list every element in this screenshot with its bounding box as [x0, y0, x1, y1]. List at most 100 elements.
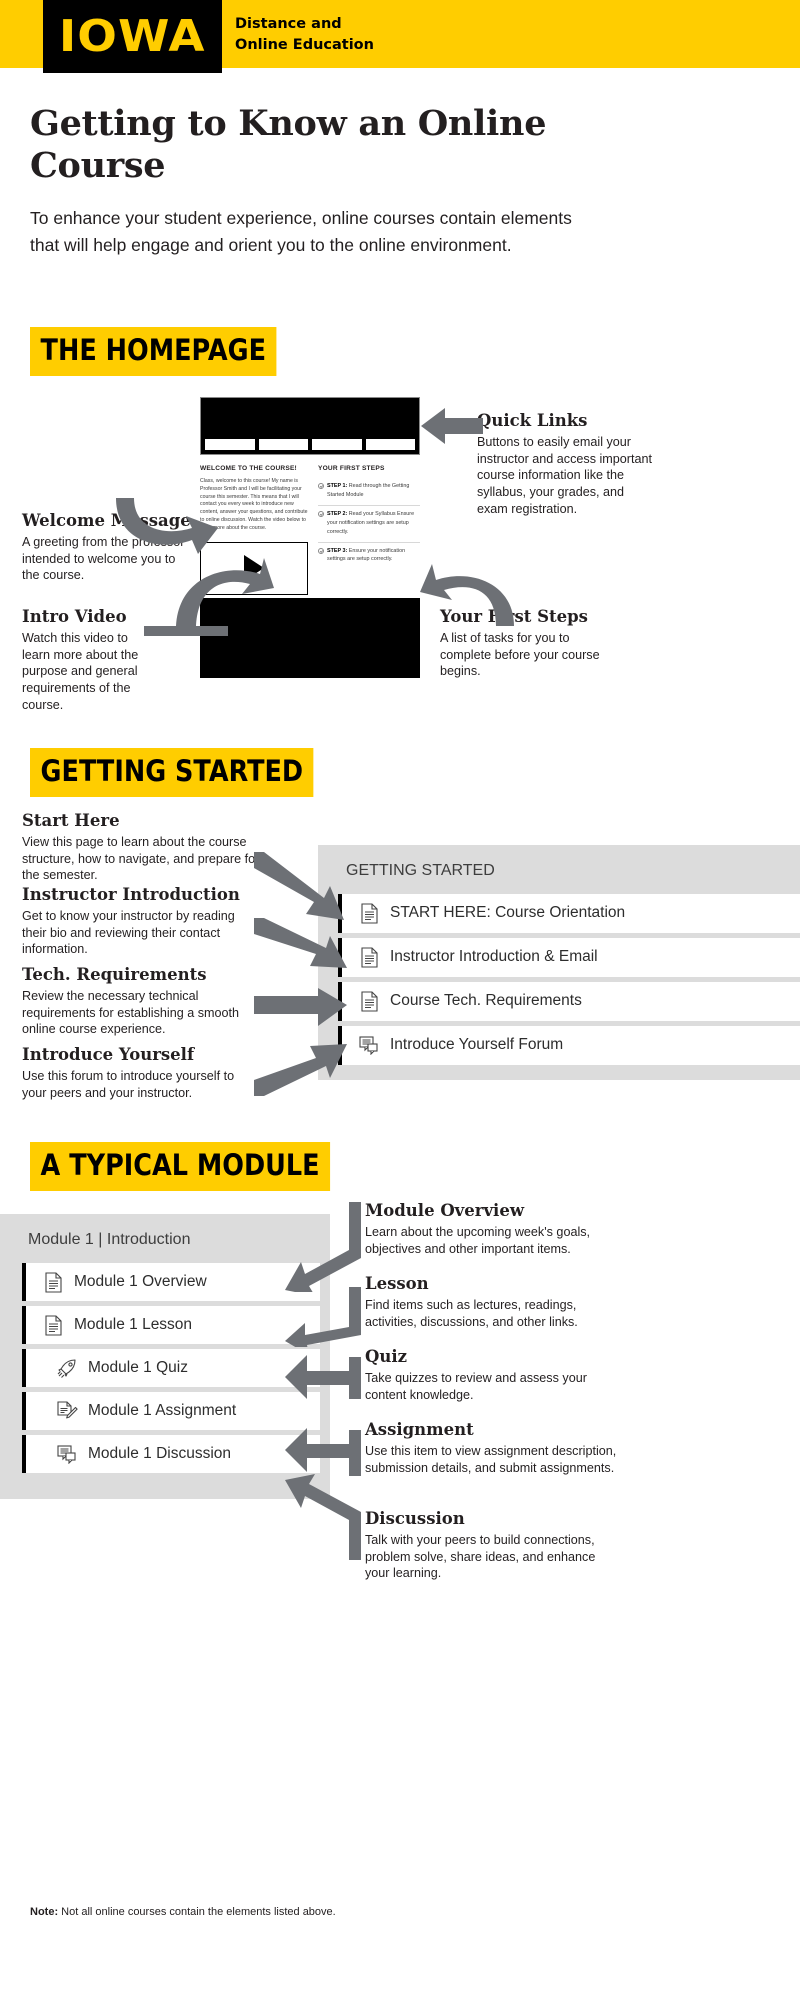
arrow-discussion: [285, 1474, 361, 1560]
annotation-title: Quick Links: [477, 411, 588, 430]
check-circle-icon: [318, 510, 324, 517]
list-item-instructor-introduction[interactable]: Instructor Introduction & Email: [338, 938, 800, 978]
annotation-module-overview: Module Overview Learn about the upcoming…: [365, 1201, 610, 1257]
document-icon: [356, 945, 382, 971]
list-item-label: Course Tech. Requirements: [390, 992, 582, 1010]
annotation-body: Watch this video to learn more about the…: [22, 630, 139, 712]
annotation-tech-requirements: Tech. Requirements Review the necessary …: [22, 965, 262, 1038]
document-icon: [40, 1312, 66, 1338]
list-item-label: Instructor Introduction & Email: [390, 948, 598, 966]
quick-link-button[interactable]: [312, 439, 362, 450]
list-item-start-here[interactable]: START HERE: Course Orientation: [338, 894, 800, 934]
quick-link-button[interactable]: [365, 439, 415, 450]
welcome-heading: WELCOME TO THE COURSE!: [200, 465, 297, 472]
header-subtitle-line1: Distance and: [235, 16, 342, 32]
module-panel: Module 1 | Introduction Module 1 Overvie…: [0, 1214, 330, 1499]
annotation-title: Quiz: [365, 1347, 408, 1366]
list-item-label: Introduce Yourself Forum: [390, 1036, 564, 1054]
annotation-body: Talk with your peers to build connection…: [365, 1532, 596, 1581]
first-step-text: STEP 3: Ensure your notification setting…: [327, 547, 420, 565]
step-label: STEP 3:: [327, 547, 348, 554]
arrow-tech-requirements: [254, 988, 347, 1026]
annotation-title: Start Here: [22, 811, 120, 830]
document-icon: [40, 1269, 66, 1295]
annotation-discussion: Discussion Talk with your peers to build…: [365, 1509, 620, 1582]
list-item-module-lesson[interactable]: Module 1 Lesson: [22, 1306, 320, 1345]
discussion-icon: [54, 1441, 80, 1467]
annotation-introduce-yourself: Introduce Yourself Use this forum to int…: [22, 1045, 262, 1101]
annotation-body: View this page to learn about the course…: [22, 834, 260, 883]
annotation-title: Intro Video: [22, 607, 127, 626]
first-steps-column: YOUR FIRST STEPS STEP 1: Read through th…: [318, 465, 420, 595]
quick-link-button[interactable]: [258, 439, 308, 450]
list-item-module-overview[interactable]: Module 1 Overview: [22, 1263, 320, 1302]
step-label: STEP 2:: [327, 510, 348, 517]
arrow-quiz: [285, 1355, 361, 1399]
annotation-body: Find items such as lectures, readings, a…: [365, 1297, 578, 1329]
footnote-label: Note:: [30, 1906, 59, 1918]
annotation-body: Buttons to easily email your instructor …: [477, 434, 652, 516]
step-label: STEP 1:: [327, 483, 348, 489]
list-item-label: Module 1 Assignment: [88, 1401, 237, 1419]
annotation-body: Learn about the upcoming week's goals, o…: [365, 1224, 591, 1256]
arrow-instructor-introduction: [254, 918, 347, 968]
document-icon: [356, 901, 382, 927]
header-subtitle-line2: Online Education: [235, 36, 374, 53]
list-item-label: Module 1 Discussion: [88, 1444, 232, 1462]
annotation-quick-links: Quick Links Buttons to easily email your…: [477, 411, 657, 518]
list-item-label: START HERE: Course Orientation: [390, 904, 626, 922]
first-steps-heading: YOUR FIRST STEPS: [318, 465, 385, 472]
arrow-first-steps: [420, 564, 514, 626]
assignment-icon: [54, 1398, 80, 1424]
annotation-body: Review the necessary technical requireme…: [22, 988, 240, 1037]
section-banner-getting-started: GETTING STARTED: [30, 748, 314, 797]
course-banner-image: [200, 397, 420, 455]
annotation-title: Lesson: [365, 1274, 429, 1293]
annotation-body: Get to know your instructor by reading t…: [22, 908, 235, 957]
first-step-text: STEP 2: Read your Syllabus Ensure your n…: [327, 510, 420, 537]
getting-started-panel: GETTING STARTED START HERE: Course Orien…: [318, 845, 800, 1080]
annotation-lesson: Lesson Find items such as lectures, read…: [365, 1274, 610, 1330]
annotation-intro-video: Intro Video Watch this video to learn mo…: [22, 607, 152, 714]
annotation-quiz: Quiz Take quizzes to review and assess y…: [365, 1347, 610, 1403]
annotation-body: A list of tasks for you to complete befo…: [440, 630, 600, 679]
discussion-icon: [356, 1033, 382, 1059]
annotation-assignment: Assignment Use this item to view assignm…: [365, 1420, 620, 1476]
first-step-item: STEP 2: Read your Syllabus Ensure your n…: [318, 504, 420, 542]
first-step-text: STEP 1: Read through the Getting Started…: [327, 482, 420, 500]
annotation-body: Take quizzes to review and assess your c…: [365, 1370, 587, 1402]
arrow-lesson: [285, 1287, 361, 1347]
footnote-text: Not all online courses contain the eleme…: [58, 1906, 336, 1918]
annotation-instructor-introduction: Instructor Introduction Get to know your…: [22, 885, 262, 958]
annotation-title: Tech. Requirements: [22, 965, 207, 984]
list-item-label: Module 1 Quiz: [88, 1358, 188, 1376]
list-item-tech-requirements[interactable]: Course Tech. Requirements: [338, 982, 800, 1022]
logo-text: IOWA: [59, 10, 206, 62]
check-circle-icon: [318, 547, 324, 554]
arrow-intro-video-bottom: [144, 626, 228, 678]
page-title: Getting to Know an Online Course: [30, 103, 547, 186]
first-step-item: STEP 1: Read through the Getting Started…: [318, 478, 420, 505]
rocket-icon: [54, 1355, 80, 1381]
quick-link-button[interactable]: [205, 439, 255, 450]
section-banner-homepage: THE HOMEPAGE: [30, 327, 277, 376]
list-item-module-discussion[interactable]: Module 1 Discussion: [22, 1435, 320, 1474]
annotation-title: Module Overview: [365, 1201, 525, 1220]
section-banner-module: A TYPICAL MODULE: [30, 1142, 331, 1191]
list-item-introduce-yourself-forum[interactable]: Introduce Yourself Forum: [338, 1026, 800, 1066]
annotation-title: Discussion: [365, 1509, 465, 1528]
document-icon: [356, 989, 382, 1015]
list-item-module-assignment[interactable]: Module 1 Assignment: [22, 1392, 320, 1431]
panel-title: GETTING STARTED: [346, 862, 495, 879]
panel-title: Module 1 | Introduction: [28, 1231, 191, 1248]
arrow-introduce-yourself: [254, 1044, 347, 1096]
annotation-title: Assignment: [365, 1420, 474, 1439]
list-item-label: Module 1 Overview: [74, 1272, 207, 1290]
arrow-quick-links: [421, 408, 483, 444]
arrow-module-overview: [285, 1202, 361, 1292]
annotation-body: Use this forum to introduce yourself to …: [22, 1068, 235, 1100]
list-item-module-quiz[interactable]: Module 1 Quiz: [22, 1349, 320, 1388]
page-intro: To enhance your student experience, onli…: [30, 208, 572, 256]
annotation-start-here: Start Here View this page to learn about…: [22, 811, 262, 884]
annotation-body: Use this item to view assignment descrip…: [365, 1443, 617, 1475]
